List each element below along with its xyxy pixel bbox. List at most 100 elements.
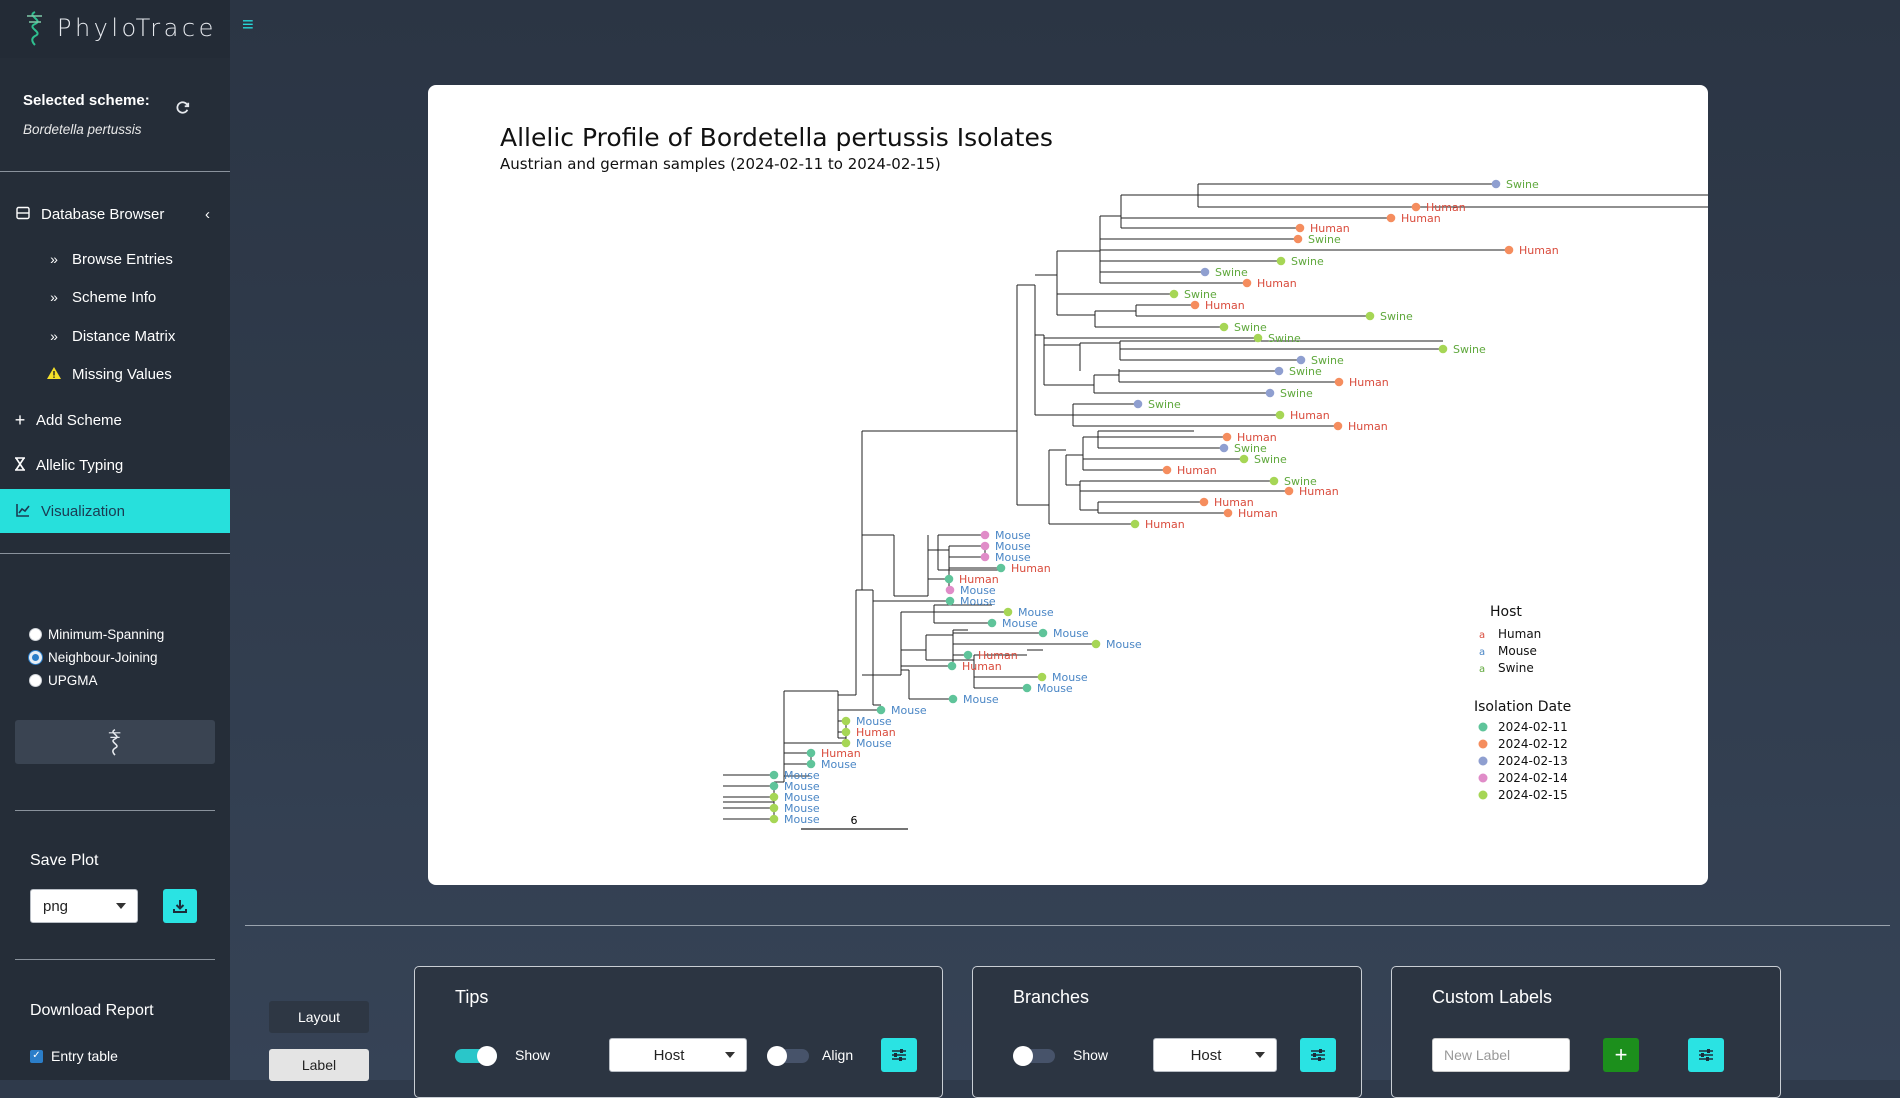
sidebar: PhyloTrace Selected scheme: Bordetella p… <box>0 0 230 1080</box>
tree-tip-point <box>769 792 779 802</box>
download-report-title: Download Report <box>30 1002 154 1019</box>
tree-tip-point <box>1037 672 1047 682</box>
tree-tip-point <box>1274 366 1284 376</box>
refresh-scheme-button[interactable] <box>166 96 200 124</box>
download-plot-button[interactable] <box>163 889 197 923</box>
date-legend-label: 2024-02-14 <box>1498 771 1568 785</box>
tree-tip-point <box>841 727 851 737</box>
tree-tip-point <box>1091 639 1101 649</box>
custom-labels-title: Custom Labels <box>1432 987 1553 1007</box>
tree-tip-label: Human <box>962 660 1002 673</box>
branches-panel: Branches Show Host <box>972 966 1362 1098</box>
tree-tip-label: Human <box>1299 485 1339 498</box>
nav-database-browser-label: Database Browser <box>41 205 165 223</box>
host-legend-key: a <box>1479 664 1485 675</box>
branches-color-select[interactable]: Host <box>1153 1038 1277 1072</box>
tree-tip-label: Human <box>1257 277 1297 290</box>
tree-tip-point <box>1239 454 1249 464</box>
tree-tip-label: Swine <box>1506 178 1539 191</box>
radio-circle <box>29 674 42 687</box>
nav-browse-entries[interactable]: » Browse Entries <box>0 240 230 278</box>
tree-tip-label: Human <box>1011 562 1051 575</box>
entry-table-checkbox[interactable]: ✓ Entry table <box>30 1048 118 1064</box>
radio-minimum-spanning[interactable]: Minimum-Spanning <box>29 627 164 642</box>
nav-distance-matrix[interactable]: » Distance Matrix <box>0 317 230 355</box>
nav-visualization[interactable]: Visualization <box>0 489 230 533</box>
tree-tip-point <box>1295 223 1305 233</box>
host-legend-key: a <box>1479 630 1485 641</box>
radio-label: Minimum-Spanning <box>48 627 165 642</box>
custom-labels-settings-button[interactable] <box>1688 1038 1724 1072</box>
generate-tree-button[interactable] <box>15 720 215 764</box>
nav-allelic-typing-label: Allelic Typing <box>36 456 124 474</box>
toggle-knob <box>1013 1046 1033 1066</box>
tree-tip-point <box>1223 508 1233 518</box>
tree-tip-label: Swine <box>1308 233 1341 246</box>
tab-label[interactable]: Label <box>269 1049 369 1081</box>
tree-tip-point <box>1003 607 1013 617</box>
save-plot-title: Save Plot <box>30 852 99 869</box>
tree-tip-point <box>1269 476 1279 486</box>
tree-tip-point <box>1253 333 1263 343</box>
tree-tip-point <box>1365 311 1375 321</box>
date-legend-key <box>1478 790 1488 800</box>
tree-tip-point <box>980 552 990 562</box>
nav-scheme-info[interactable]: » Scheme Info <box>0 278 230 316</box>
menu-toggle-icon[interactable]: ≡ <box>242 14 254 37</box>
branches-show-toggle[interactable] <box>1013 1046 1055 1066</box>
sliders-icon <box>1699 1049 1713 1061</box>
host-legend-key: a <box>1479 647 1485 658</box>
tree-tip-point <box>1491 179 1501 189</box>
tips-settings-button[interactable] <box>881 1038 917 1072</box>
tree-tip-point <box>1133 399 1143 409</box>
tree-tip-point <box>980 530 990 540</box>
new-label-input[interactable] <box>1432 1038 1570 1072</box>
nav-add-scheme-label: Add Scheme <box>36 411 122 429</box>
branches-show-label: Show <box>1073 1047 1109 1063</box>
tree-tip-point <box>1296 355 1306 365</box>
nav-allelic-typing[interactable]: Allelic Typing <box>0 446 230 484</box>
nav-add-scheme[interactable]: + Add Scheme <box>0 401 230 439</box>
tree-tip-label: Swine <box>1234 321 1267 334</box>
entry-table-label: Entry table <box>51 1048 118 1064</box>
tree-tip-point <box>1333 421 1343 431</box>
tree-tip-point <box>769 803 779 813</box>
caret-down-icon <box>1255 1052 1265 1058</box>
date-legend-label: 2024-02-15 <box>1498 788 1568 802</box>
tips-panel: Tips Show Host Align <box>414 966 943 1098</box>
branches-settings-button[interactable] <box>1300 1038 1336 1072</box>
line-chart-icon <box>14 503 32 520</box>
tab-label-label: Label <box>301 1057 337 1073</box>
tips-align-toggle[interactable] <box>767 1046 809 1066</box>
branches-color-value: Host <box>1190 1046 1222 1064</box>
phylogenetic-tree: SwineSwineHumanHumanHumanSwineHumanSwine… <box>723 178 1708 830</box>
tree-tip-point <box>945 596 955 606</box>
tab-layout[interactable]: Layout <box>269 1001 369 1033</box>
host-legend-title: Host <box>1490 604 1522 620</box>
divider <box>245 925 1890 926</box>
tips-color-select[interactable]: Host <box>609 1038 747 1072</box>
tree-tip-point <box>1200 267 1210 277</box>
download-icon <box>173 900 187 913</box>
tree-tip-point <box>987 618 997 628</box>
nav-missing-values[interactable]: Missing Values <box>0 355 230 393</box>
tree-tip-point <box>1438 344 1448 354</box>
save-format-select[interactable]: png <box>30 889 138 923</box>
scale-bar-label: 6 <box>851 814 858 827</box>
tree-tip-point <box>1190 300 1200 310</box>
tips-show-label: Show <box>515 1047 551 1063</box>
tree-tip-label: Human <box>1205 299 1245 312</box>
tree-tip-label: Human <box>1145 518 1185 531</box>
nav-database-browser[interactable]: Database Browser ‹ <box>0 195 230 233</box>
date-legend-key <box>1478 756 1488 766</box>
refresh-icon <box>176 101 190 114</box>
tree-tip-point <box>769 770 779 780</box>
radio-neighbour-joining[interactable]: Neighbour-Joining <box>29 650 158 665</box>
tree-plot-card: Allelic Profile of Bordetella pertussis … <box>428 85 1708 885</box>
tab-layout-label: Layout <box>297 1009 341 1025</box>
tree-tip-label: Human <box>1290 409 1330 422</box>
radio-upgma[interactable]: UPGMA <box>29 673 98 688</box>
add-label-button[interactable]: + <box>1603 1038 1639 1072</box>
tree-tip-label: Human <box>1349 376 1389 389</box>
tips-show-toggle[interactable] <box>455 1046 497 1066</box>
